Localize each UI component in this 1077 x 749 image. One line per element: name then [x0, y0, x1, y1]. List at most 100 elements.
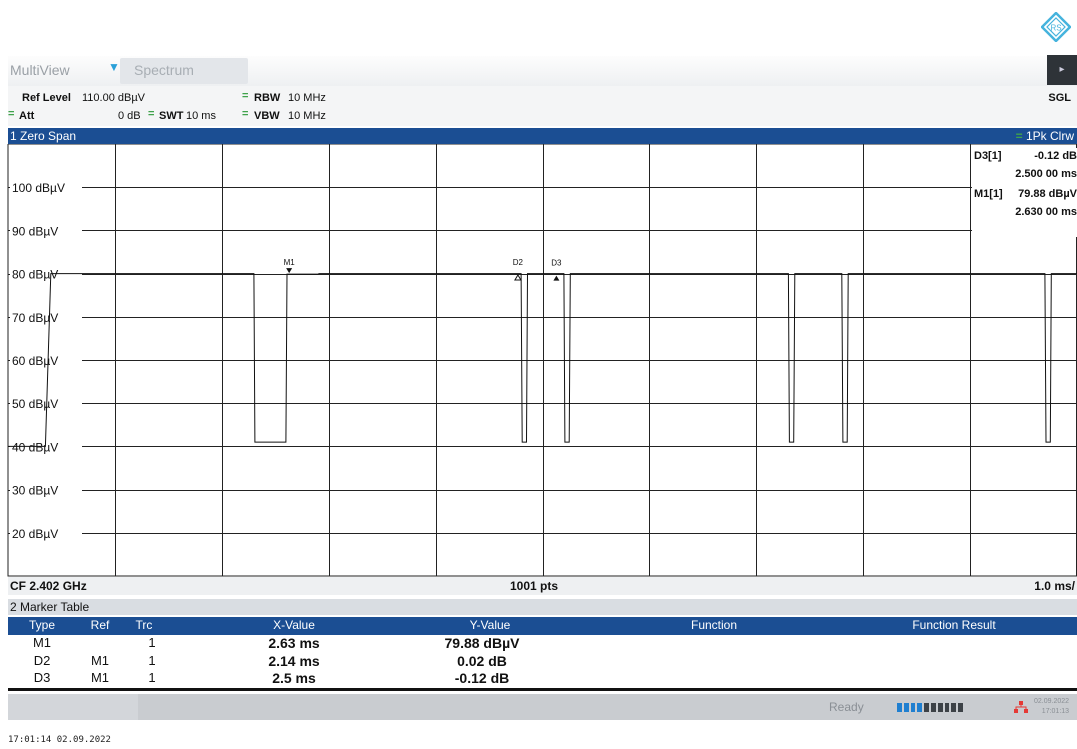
y-tick-label: 30 dBµV — [12, 484, 58, 498]
cell-trc: 1 — [148, 635, 156, 650]
network-icon[interactable] — [1014, 700, 1028, 714]
marker-info-box: D3[1] -0.12 dB 2.500 00 ms M1[1] 79.88 d… — [972, 148, 1077, 237]
marker-label: D2 — [513, 258, 524, 267]
y-tick-label: 100 dBµV — [12, 181, 65, 195]
progress-segment — [910, 703, 916, 712]
marker-table-bottom-border — [8, 688, 1077, 691]
vbw-indicator-icon: = — [242, 108, 249, 120]
ref-level-value: 110.00 dBµV — [82, 92, 146, 104]
m1-time: 2.630 00 ms — [1015, 206, 1077, 218]
att-indicator-icon: = — [8, 108, 15, 120]
progress-segment — [937, 703, 943, 712]
col-header-y-value: Y-Value — [469, 618, 511, 632]
sweep-mode-label: SGL — [1048, 92, 1071, 104]
time-per-division: 1.0 ms/ — [1034, 579, 1075, 593]
table-row[interactable]: D2 M1 1 2.14 ms 0.02 dB — [8, 653, 1077, 669]
progress-segment — [917, 703, 923, 712]
marker-d3[interactable]: D3 — [551, 259, 562, 281]
table-row[interactable]: M1 1 2.63 ms 79.88 dBµV — [8, 635, 1077, 651]
cell-x-value: 2.63 ms — [268, 635, 320, 651]
sweep-control-button[interactable]: ▸ — [1047, 55, 1077, 85]
svg-text:RS: RS — [1050, 24, 1061, 33]
status-left-area — [8, 694, 138, 720]
cell-type: D2 — [33, 653, 51, 668]
screenshot-timestamp: 17:01:14 02.09.2022 — [8, 735, 111, 745]
center-frequency: CF 2.402 GHz — [10, 579, 87, 593]
marker-triangle-icon — [553, 275, 560, 281]
marker-table-title: 2 Marker Table — [10, 600, 90, 614]
col-header-x-value: X-Value — [273, 618, 315, 632]
tab-spectrum[interactable]: Spectrum — [120, 58, 248, 84]
cell-ref: M1 — [90, 653, 110, 668]
marker-m1[interactable]: M1 — [284, 258, 296, 274]
table-row[interactable]: D3 M1 1 2.5 ms -0.12 dB — [8, 670, 1077, 686]
col-header-trc: Trc — [135, 618, 153, 632]
cell-x-value: 2.5 ms — [272, 670, 316, 686]
sweep-points: 1001 pts — [510, 579, 559, 593]
trace-indicator-icon: = — [1015, 129, 1026, 143]
marker-triangle-icon — [286, 268, 293, 274]
marker-table-body: M1 1 2.63 ms 79.88 dBµV D2 M1 1 2.14 ms … — [8, 635, 1077, 689]
vbw-value: 10 MHz — [288, 110, 326, 122]
y-tick-label: 40 dBµV — [12, 440, 58, 454]
cell-y-value: 0.02 dB — [457, 653, 507, 669]
progress-segment — [897, 703, 902, 712]
progress-segment — [951, 703, 957, 712]
col-header-function-result: Function Result — [912, 618, 996, 632]
trace-info: = 1Pk Clrw — [1016, 129, 1074, 143]
trace-mode-label: 1Pk Clrw — [1025, 129, 1074, 143]
y-tick-label: 70 dBµV — [12, 311, 58, 325]
tab-multiview[interactable]: MultiView — [10, 62, 70, 78]
cell-y-value: 79.88 dBµV — [444, 635, 520, 651]
marker-triangle-icon — [514, 274, 522, 281]
progress-segment — [958, 703, 963, 712]
marker-label: D3 — [551, 259, 562, 268]
progress-segment — [903, 703, 909, 712]
progress-segment — [930, 703, 936, 712]
d3-time: 2.500 00 ms — [1015, 168, 1077, 180]
y-tick-label: 60 dBµV — [12, 354, 58, 368]
status-datetime: 02.09.2022 17:01:13 — [1034, 697, 1069, 717]
status-date: 02.09.2022 — [1034, 698, 1070, 705]
zero-span-diagram[interactable]: 100 dBµV 90 dBµV 80 dBµV 70 dBµV 60 dBµV 50 d… — [0, 144, 1077, 577]
sweep-progress-bar — [897, 703, 963, 712]
swt-indicator-icon: = — [148, 108, 155, 120]
d3-value: -0.12 dB — [1034, 150, 1077, 162]
diagram-footer: CF 2.402 GHz 1001 pts 1.0 ms/ — [8, 577, 1077, 595]
progress-segment — [944, 703, 950, 712]
marker-d2[interactable]: D2 — [513, 258, 524, 281]
status-time: 17:01:13 — [1041, 708, 1070, 715]
rbw-value: 10 MHz — [288, 92, 326, 104]
cell-y-value: -0.12 dB — [454, 670, 510, 686]
marker-label: M1 — [284, 258, 296, 267]
marker-table-header: Type Ref Trc X-Value Y-Value Function Fu… — [8, 617, 1077, 635]
y-tick-label: 20 dBµV — [12, 527, 58, 541]
cell-type: M1 — [32, 635, 52, 650]
rbw-indicator-icon: = — [242, 90, 249, 102]
d3-label: D3[1] — [974, 150, 1002, 162]
settings-header: Ref Level 110.00 dBµV = Att 0 dB = SWT 1… — [8, 86, 1077, 126]
col-header-type: Type — [28, 618, 55, 632]
att-label: Att — [19, 110, 35, 122]
m1-label: M1[1] — [974, 188, 1003, 200]
cell-x-value: 2.14 ms — [268, 653, 320, 669]
cell-trc: 1 — [148, 670, 156, 685]
cell-trc: 1 — [148, 653, 156, 668]
cell-type: D3 — [33, 670, 51, 685]
status-text: Ready — [829, 700, 864, 714]
att-value: 0 dB — [118, 110, 141, 122]
tab-spectrum-label: Spectrum — [134, 62, 194, 78]
diagram-title: 1 Zero Span — [10, 129, 77, 143]
diagram-title-bar: 1 Zero Span = 1Pk Clrw — [8, 128, 1077, 144]
y-tick-label: 80 dBµV — [12, 268, 58, 282]
ref-level-label: Ref Level — [22, 92, 71, 104]
y-tick-label: 90 dBµV — [12, 224, 58, 238]
progress-segment — [924, 703, 929, 712]
tab-dropdown-arrow-icon[interactable]: ▼ — [108, 60, 120, 74]
col-header-function: Function — [690, 618, 738, 632]
cell-ref: M1 — [90, 670, 110, 685]
swt-value: 10 ms — [186, 110, 216, 122]
marker-table-title-bar: 2 Marker Table — [8, 599, 1077, 615]
rbw-label: RBW — [254, 92, 281, 104]
m1-value: 79.88 dBµV — [1018, 188, 1077, 200]
